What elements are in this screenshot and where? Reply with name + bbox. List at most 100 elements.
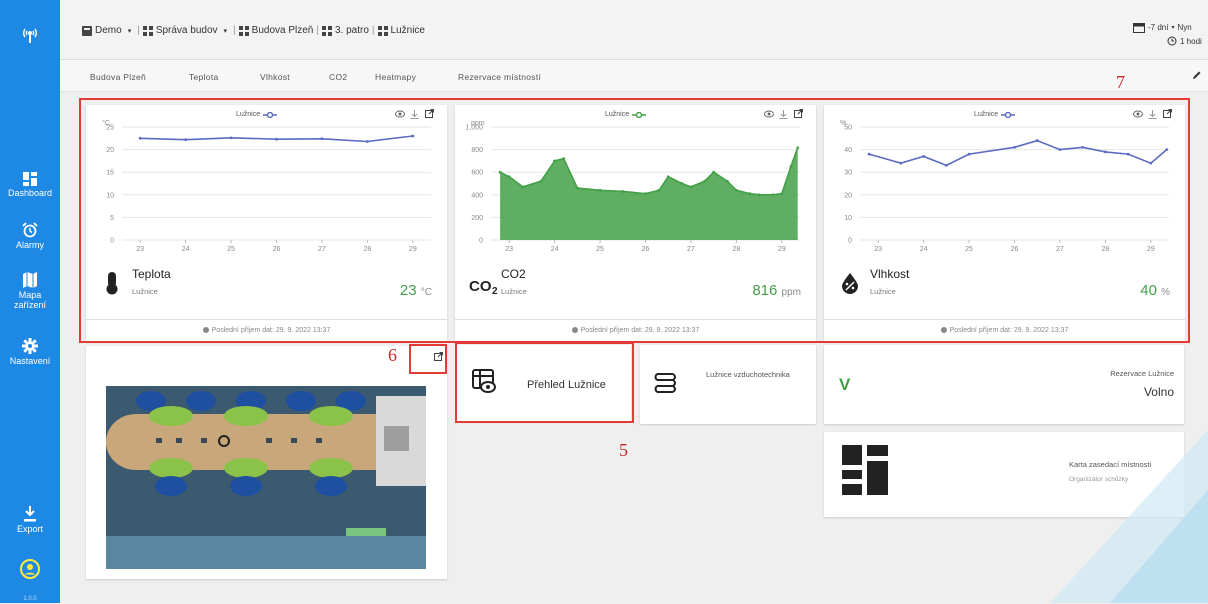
tab-teplota[interactable]: Teplota <box>189 72 219 82</box>
breadcrumb-budova[interactable]: Budova Plzeň <box>252 25 314 36</box>
grid-icon <box>321 25 332 36</box>
grid-icon <box>238 25 249 36</box>
x-tick-label: 23 <box>874 246 882 253</box>
x-tick-label: 25 <box>227 246 235 253</box>
x-tick-label: 27 <box>1056 246 1064 253</box>
x-tick-label: 24 <box>182 246 190 253</box>
chart-value: 40 % <box>1140 282 1170 299</box>
breadcrumb-demo[interactable]: Demo <box>95 25 122 36</box>
x-tick-label: 23 <box>505 246 513 253</box>
data-point <box>899 161 903 165</box>
chevron-down-icon[interactable]: ▾ <box>128 27 132 35</box>
tab-budova[interactable]: Budova Plzeň <box>90 72 146 82</box>
sidebar-item-mapa[interactable]: Mapa zařízení <box>0 272 60 310</box>
tile-rezervace-state: Volno <box>1143 385 1174 399</box>
tab-co2[interactable]: CO2 <box>329 72 347 82</box>
sidebar-item-label: Nastavení <box>9 356 51 366</box>
chart-plot[interactable]: %0102030405023 24 25 26 27 28 29 <box>824 115 1185 255</box>
x-tick-label: 28 <box>363 246 371 253</box>
data-point <box>789 165 793 168</box>
tile-vzduchotechnika-label: Lužnice vzduchotechnika <box>706 370 790 379</box>
breadcrumb-sprava[interactable]: Správa budov <box>156 25 218 36</box>
data-point <box>944 164 948 167</box>
sidebar-item-label: Dashboard <box>7 188 53 198</box>
info-icon <box>571 327 578 334</box>
calendar-icon <box>1133 23 1145 33</box>
annotation-label-7: 7 <box>1116 72 1125 92</box>
sidebar-item-dashboard[interactable]: Dashboard <box>0 172 60 198</box>
refresh-selector[interactable]: 1 hodi <box>1167 36 1202 46</box>
data-point <box>562 157 566 161</box>
period-end: Nyn <box>1177 23 1192 32</box>
y-tick-label: 0 <box>848 238 852 245</box>
tab-rezervace[interactable]: Rezervace místností <box>458 72 541 82</box>
open-external-icon[interactable] <box>434 352 443 361</box>
tile-prehled-label: Přehled Lužnice <box>527 379 606 391</box>
chevron-down-icon[interactable]: ▾ <box>224 27 228 35</box>
chevron-down-icon: ▾ <box>1171 25 1175 31</box>
data-point <box>757 193 761 197</box>
sidebar-item-label: Export <box>16 524 43 534</box>
sidebar-item-nastaveni[interactable]: Nastavení <box>0 338 60 366</box>
sidebar-item-export[interactable]: Export <box>0 506 60 534</box>
data-point <box>666 175 670 179</box>
data-point <box>1058 148 1062 151</box>
series-line <box>868 139 1168 167</box>
breadcrumb-patro[interactable]: 3. patro <box>335 25 369 36</box>
tab-heatmapy[interactable]: Heatmapy <box>375 72 416 82</box>
room-photo-card <box>86 346 447 579</box>
data-point <box>539 179 543 183</box>
chart-value-unit: % <box>1161 287 1170 298</box>
sidebar-item-label: Alarmy <box>15 240 44 250</box>
gear-icon <box>22 338 38 354</box>
x-tick-label: 29 <box>409 246 417 253</box>
co2-icon: CO 2 <box>469 278 498 295</box>
tile-prehled[interactable]: Přehled Lužnice <box>457 345 631 421</box>
chart-plot[interactable]: °C051015202523 24 25 26 27 28 29 <box>86 115 447 255</box>
room-photo <box>106 386 426 569</box>
chart-plot[interactable]: ppm02004006008001,00023 24 25 26 27 28 29 <box>455 115 816 255</box>
grid-icon <box>142 25 153 36</box>
y-tick-label: 200 <box>471 215 483 222</box>
user-avatar-icon[interactable] <box>0 559 60 581</box>
chart-value: 23 °C <box>400 282 432 299</box>
data-point <box>922 154 926 158</box>
background-decoration <box>1050 430 1208 603</box>
tile-vzduchotechnika[interactable]: Lužnice vzduchotechnika <box>640 345 816 424</box>
breadcrumb-separator: | <box>371 25 375 36</box>
chart-title: Teplota <box>132 267 171 281</box>
breadcrumb-separator: | <box>137 25 140 36</box>
data-point <box>967 152 971 156</box>
top-bar: Demo ▾ | Správa budov ▾ | Budova Plzeň |… <box>60 0 1208 60</box>
tab-vlhkost[interactable]: Vlhkost <box>260 72 290 82</box>
data-point <box>507 175 511 179</box>
data-point <box>553 159 557 163</box>
edit-pencil-icon[interactable] <box>1192 70 1202 80</box>
period-selector[interactable]: -7 dní ▾ Nyn <box>1133 22 1192 33</box>
dashboard-icon <box>23 172 37 186</box>
breadcrumb-separator: | <box>316 25 319 36</box>
thermometer-icon <box>106 272 118 295</box>
y-tick-label: 600 <box>471 170 483 177</box>
y-tick-label: 400 <box>471 192 483 199</box>
tile-rezervace[interactable]: V Rezervace Lužnice Volno <box>824 345 1184 424</box>
info-icon <box>940 327 947 334</box>
x-tick-label: 28 <box>732 246 740 253</box>
data-point <box>411 134 415 138</box>
breadcrumb-luznice[interactable]: Lužnice <box>391 25 425 36</box>
svg-text:CO: CO <box>469 278 492 295</box>
sidebar-item-label: Mapa zařízení <box>13 290 46 310</box>
sidebar-item-alarmy[interactable]: Alarmy <box>0 222 60 250</box>
chart-value: 816 ppm <box>752 282 801 299</box>
y-tick-label: 0 <box>110 238 114 245</box>
data-point <box>598 188 602 192</box>
x-tick-label: 29 <box>1147 246 1155 253</box>
data-point <box>712 170 716 174</box>
app-logo-icon[interactable] <box>0 26 60 46</box>
y-tick-label: 15 <box>106 170 114 177</box>
chart-subtitle: Lužnice <box>501 287 527 296</box>
info-icon <box>202 327 209 334</box>
building-icon <box>82 25 92 36</box>
y-tick-label: 10 <box>106 192 114 199</box>
y-tick-label: 20 <box>844 192 852 199</box>
